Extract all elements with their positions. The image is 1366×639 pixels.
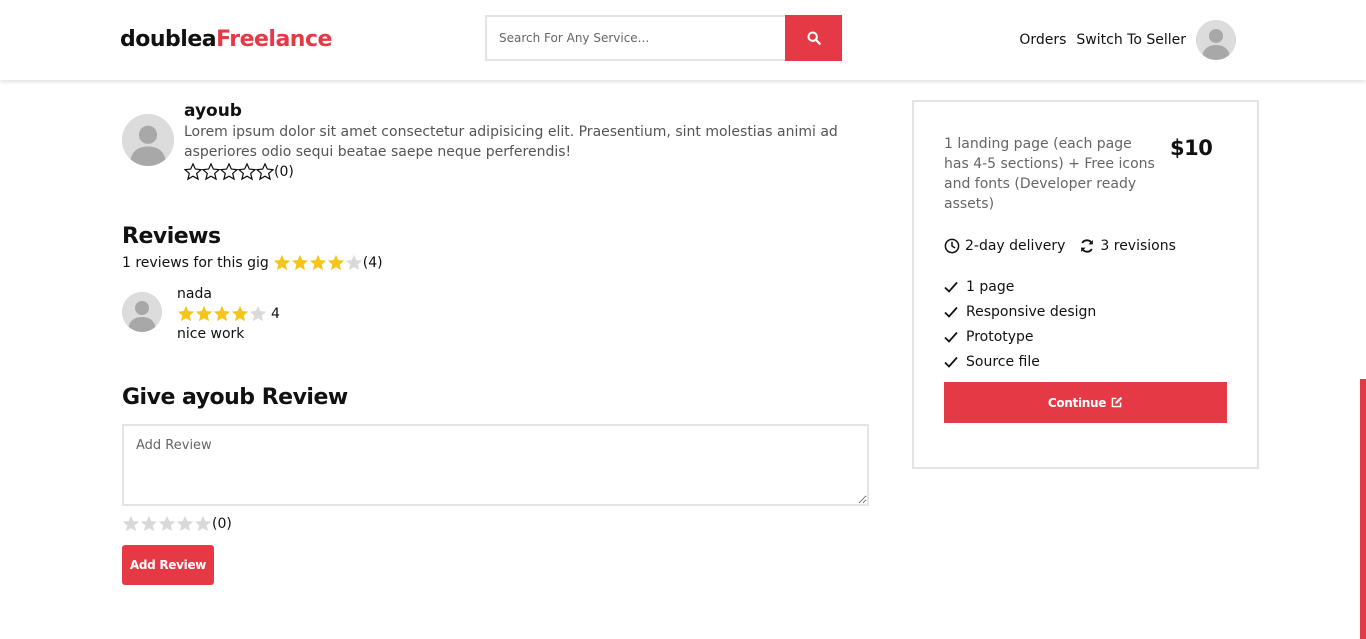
feature-item: Responsive design xyxy=(944,299,1096,324)
reviews-heading: Reviews xyxy=(122,224,221,249)
delivery-text: 2-day delivery xyxy=(965,238,1066,254)
average-rating-label: (4) xyxy=(362,255,383,271)
feature-item: Source file xyxy=(944,349,1096,374)
check-icon xyxy=(944,281,958,293)
seller-name: ayoub xyxy=(184,101,242,121)
review-comment: nice work xyxy=(177,326,245,342)
check-icon xyxy=(944,356,958,368)
star-icon[interactable] xyxy=(176,515,194,533)
feature-label: Prototype xyxy=(966,328,1034,345)
star-icon xyxy=(231,305,249,322)
logo-text-accent: Freelance xyxy=(216,27,332,52)
rating-selector: (0) xyxy=(122,515,232,533)
star-icon xyxy=(184,163,202,181)
nav-orders-link[interactable]: Orders xyxy=(1019,32,1066,48)
check-icon xyxy=(944,306,958,318)
star-icon[interactable] xyxy=(140,515,158,533)
star-icon xyxy=(273,254,290,271)
seller-info: ayoub Lorem ipsum dolor sit amet consect… xyxy=(184,100,864,182)
reviews-count-text: 1 reviews for this gig xyxy=(122,255,269,271)
star-icon xyxy=(202,163,220,181)
give-review-heading: Give ayoub Review xyxy=(122,385,348,410)
rating-input-label: (0) xyxy=(212,516,232,532)
star-icon[interactable] xyxy=(158,515,176,533)
add-review-button[interactable]: Add Review xyxy=(122,545,214,585)
star-icon xyxy=(177,305,195,322)
search-input[interactable] xyxy=(485,15,785,61)
review-textarea[interactable] xyxy=(122,424,869,506)
star-icon xyxy=(327,254,344,271)
top-navbar: doubleaFreelance Orders Switch To Seller xyxy=(0,0,1366,80)
reviewer-avatar-icon xyxy=(122,292,162,332)
star-icon xyxy=(309,254,326,271)
star-icon xyxy=(213,305,231,322)
reviews-summary: 1 reviews for this gig (4) xyxy=(122,254,383,272)
refresh-icon xyxy=(1081,239,1094,253)
seller-bio: Lorem ipsum dolor sit amet consectetur a… xyxy=(184,124,838,160)
continue-button[interactable]: Continue xyxy=(944,382,1227,423)
nav-actions: Orders Switch To Seller xyxy=(1019,20,1236,60)
star-icon[interactable] xyxy=(122,515,140,533)
star-icon xyxy=(195,305,213,322)
search-bar xyxy=(485,15,842,61)
seller-avatar-icon xyxy=(122,114,174,166)
seller-stars xyxy=(184,163,274,181)
feature-item: Prototype xyxy=(944,324,1096,349)
brand-logo[interactable]: doubleaFreelance xyxy=(120,27,332,52)
seller-rating-count: (0) xyxy=(274,164,294,180)
logo-text-main: doublea xyxy=(120,27,217,52)
review-rating: 4 xyxy=(177,304,280,324)
feature-list: 1 page Responsive design Prototype Sourc… xyxy=(944,274,1096,374)
package-card: 1 landing page (each page has 4-5 sectio… xyxy=(912,100,1259,469)
avatar-silhouette-icon xyxy=(1196,20,1236,60)
search-icon xyxy=(806,31,821,45)
review-body: nada 4 nice work xyxy=(177,284,280,344)
package-description: 1 landing page (each page has 4-5 sectio… xyxy=(944,136,1155,212)
edit-icon xyxy=(1111,396,1123,408)
delivery-time: 2-day delivery xyxy=(944,238,1065,254)
review-stars xyxy=(177,305,267,323)
star-icon xyxy=(249,305,267,322)
star-icon xyxy=(220,163,238,181)
package-price: $10 xyxy=(1170,136,1213,160)
seller-rating: (0) xyxy=(184,162,864,182)
feature-item: 1 page xyxy=(944,274,1096,299)
avatar-silhouette-icon xyxy=(122,114,174,166)
nav-switch-to-seller-link[interactable]: Switch To Seller xyxy=(1076,32,1186,48)
package-meta: 2-day delivery 3 revisions xyxy=(944,238,1176,254)
user-avatar-icon[interactable] xyxy=(1196,20,1236,60)
average-stars xyxy=(273,254,363,272)
feature-label: Source file xyxy=(966,353,1040,370)
star-icon xyxy=(256,163,274,181)
rating-input-stars[interactable] xyxy=(122,515,212,533)
revisions-text: 3 revisions xyxy=(1100,238,1176,254)
feature-label: 1 page xyxy=(966,278,1015,295)
star-icon xyxy=(345,254,362,271)
clock-icon xyxy=(944,238,960,254)
star-icon[interactable] xyxy=(194,515,212,533)
revisions-count: 3 revisions xyxy=(1079,238,1176,254)
continue-label: Continue xyxy=(1047,395,1107,410)
star-icon xyxy=(291,254,308,271)
star-icon xyxy=(238,163,256,181)
review-rating-value: 4 xyxy=(271,306,280,322)
avatar-silhouette-icon xyxy=(122,292,162,332)
scroll-indicator[interactable] xyxy=(1360,379,1366,639)
reviewer-name: nada xyxy=(177,286,212,302)
check-icon xyxy=(944,331,958,343)
feature-label: Responsive design xyxy=(966,303,1097,320)
search-button[interactable] xyxy=(785,15,842,61)
